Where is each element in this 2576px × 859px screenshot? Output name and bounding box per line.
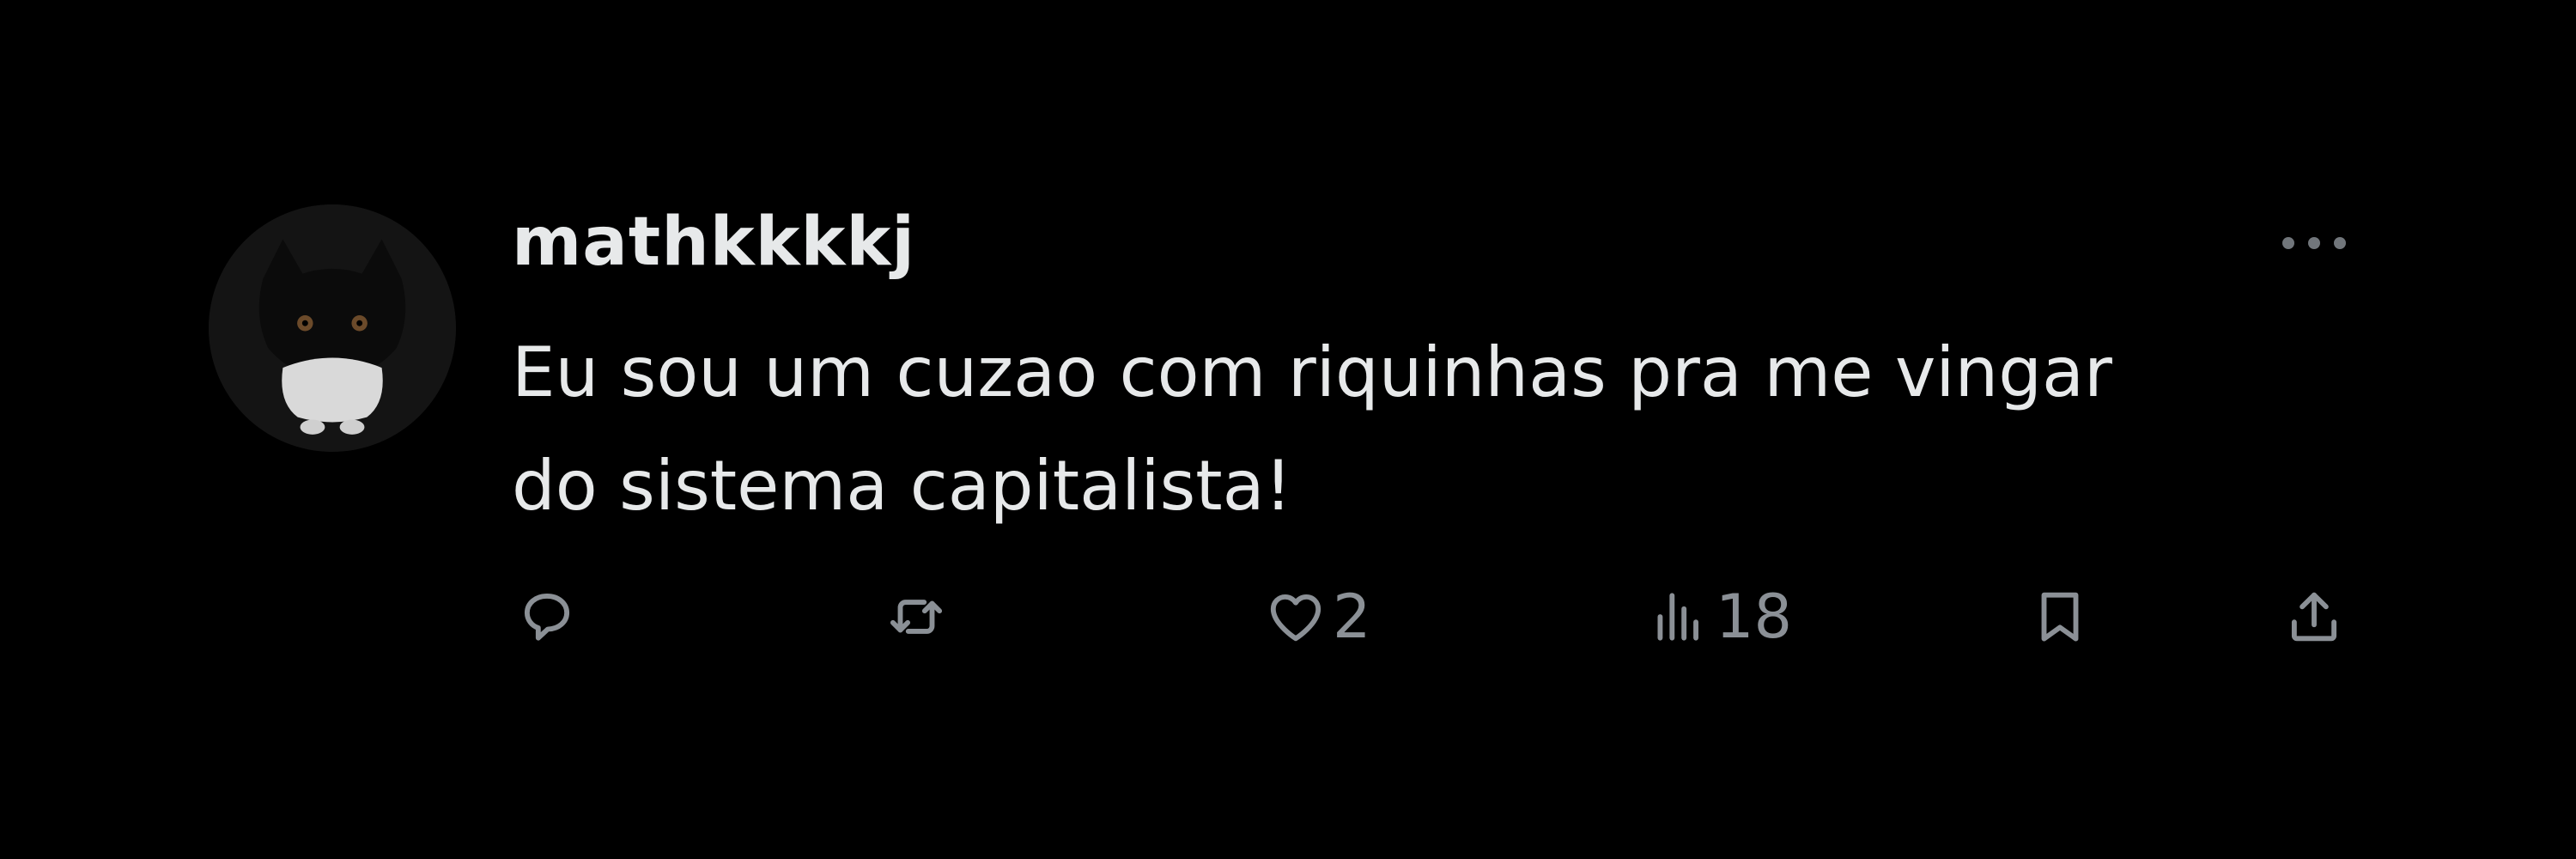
like-count: 2 [1333,582,1371,652]
reply-icon [524,594,570,641]
share-icon [2291,592,2337,642]
reply-button[interactable] [515,574,579,660]
tweet-text: Eu sou um cuzao com riquinhas pra me vin… [512,332,2112,526]
views-count: 18 [1716,582,1793,652]
more-icon [2282,237,2294,249]
tweet: mathkkkkj Eu sou um cuzao com riquinhas … [0,0,2576,859]
share-button[interactable] [2282,574,2346,660]
username[interactable]: mathkkkkj [512,199,915,285]
retweet-button[interactable] [884,574,948,660]
bookmark-button[interactable] [2028,574,2092,660]
like-button[interactable]: 2 [1264,574,1371,660]
more-icon [2334,237,2346,249]
more-icon [2308,237,2320,249]
more-options-button[interactable] [2258,222,2370,265]
cat-avatar-icon [209,204,456,452]
bookmark-icon [2041,592,2079,642]
retweet-icon [890,600,943,634]
views-button[interactable]: 18 [1647,574,1792,660]
heart-icon [1270,594,1321,642]
views-icon [1657,593,1698,641]
avatar[interactable] [209,204,456,452]
